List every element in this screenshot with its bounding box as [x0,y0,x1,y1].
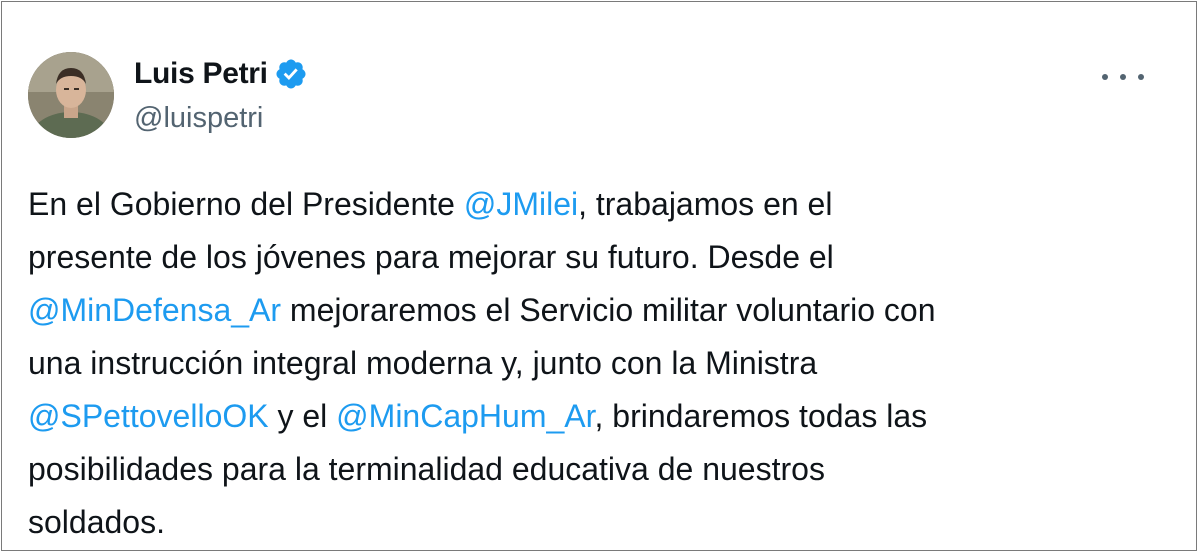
tweet-line: En el Gobierno del Presidente @JMilei, t… [28,186,833,222]
more-horizontal-icon [1102,74,1108,80]
tweet-line: @MinDefensa_Ar mejoraremos el Servicio m… [28,292,936,328]
author-handle[interactable]: @luispetri [134,100,263,136]
display-name[interactable]: Luis Petri [134,56,268,92]
more-horizontal-icon-dot [1138,74,1144,80]
avatar[interactable] [28,52,114,138]
author-name-row: Luis Petri [134,56,308,92]
tweet-card: Luis Petri @luispetri En el Gobierno del… [1,1,1197,551]
tweet-text: En el Gobierno del Presidente @JMilei, t… [28,178,1178,549]
tweet-line: una instrucción integral moderna y, junt… [28,345,818,381]
mention-link-mindefensa[interactable]: @MinDefensa_Ar [28,292,281,328]
profile-photo-icon [28,52,114,138]
tweet-line: soldados. [28,504,165,540]
mention-link-spettovello[interactable]: @SPettovelloOK [28,398,269,434]
mention-link-jmilei[interactable]: @JMilei [464,186,578,222]
more-options-button[interactable] [1102,62,1144,92]
tweet-line: @SPettovelloOK y el @MinCapHum_Ar, brind… [28,398,928,434]
mention-link-mincaphum[interactable]: @MinCapHum_Ar [336,398,594,434]
tweet-line: posibilidades para la terminalidad educa… [28,451,825,487]
verified-badge-icon[interactable] [274,57,308,91]
more-horizontal-icon-dot [1120,74,1126,80]
tweet-line: presente de los jóvenes para mejorar su … [28,239,834,275]
